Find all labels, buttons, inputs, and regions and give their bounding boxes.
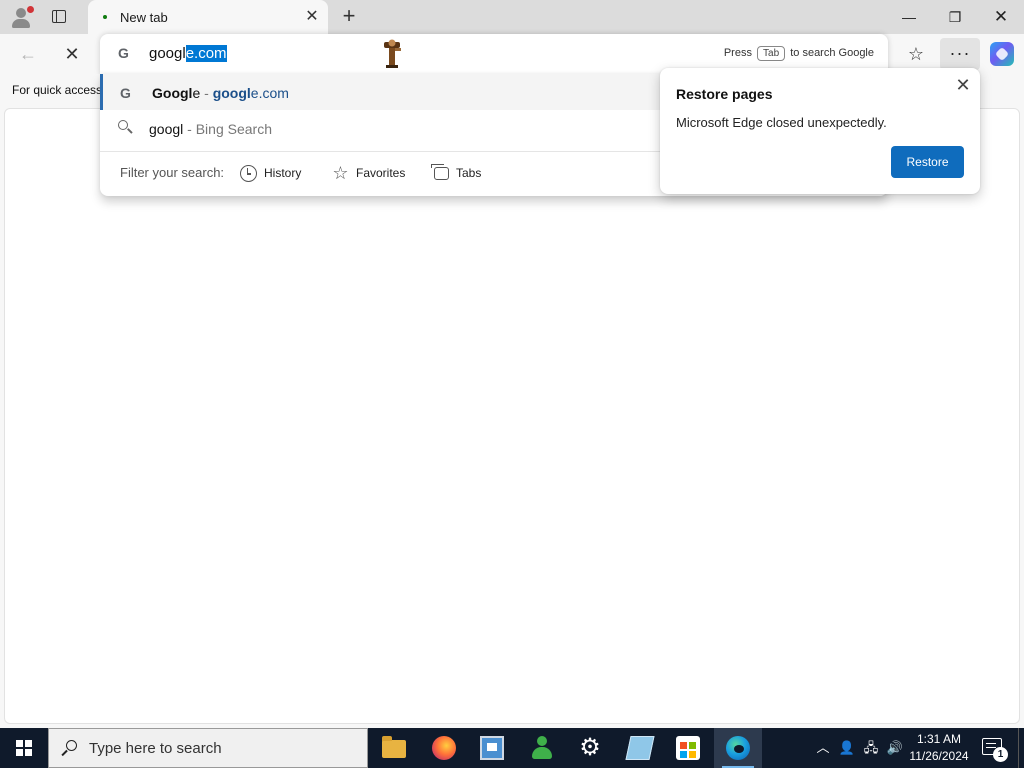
favorites-bar-label: For quick access (12, 83, 103, 97)
taskbar-search-box[interactable]: Type here to search (48, 728, 368, 768)
people-tray-icon[interactable]: 👤 (836, 728, 858, 768)
clock-date: 11/26/2024 (909, 749, 969, 763)
paint-icon[interactable] (468, 728, 516, 768)
restore-pages-popup: Restore pages Microsoft Edge closed unex… (660, 68, 980, 194)
tab-actions-menu-icon[interactable] (50, 8, 68, 26)
show-desktop-button[interactable] (1018, 728, 1024, 768)
filter-tabs-button[interactable]: Tabs (431, 164, 481, 182)
tab-close-icon[interactable]: ✕ (302, 7, 322, 27)
show-hidden-icons-icon[interactable]: ︿ (812, 728, 834, 768)
firefox-icon[interactable] (420, 728, 468, 768)
copilot-icon[interactable] (990, 42, 1014, 66)
taskbar: Type here to search ⚙ ︿ 👤 🖧 🔊 1:31 AM 11… (0, 728, 1024, 768)
taskbar-clock[interactable]: 1:31 AM 11/26/2024 (903, 731, 975, 765)
network-icon[interactable]: 🖧 (860, 728, 882, 768)
tab-strip: New tab ✕ + — ❐ ✕ (0, 0, 1024, 34)
restore-window-button[interactable]: ❐ (932, 0, 978, 34)
google-g-icon: G (118, 45, 129, 61)
settings-icon[interactable]: ⚙ (566, 728, 614, 768)
google-g-icon: G (120, 85, 131, 101)
taskbar-search-placeholder: Type here to search (89, 740, 222, 757)
back-button[interactable]: ← (16, 42, 40, 66)
history-icon (240, 165, 257, 183)
filter-favorites-button[interactable]: ☆ Favorites (332, 164, 405, 182)
profile-avatar-icon[interactable] (8, 5, 34, 29)
filter-label: Filter your search: (120, 165, 225, 180)
settings-and-more-button[interactable]: ··· (940, 38, 980, 70)
minimize-button[interactable]: — (886, 0, 932, 34)
tab-favicon-icon (103, 15, 107, 19)
restore-button[interactable]: Restore (891, 146, 964, 178)
tabs-icon (431, 164, 449, 181)
clock-time: 1:31 AM (916, 732, 962, 746)
tab-title: New tab (120, 10, 168, 25)
tab-new-tab[interactable]: New tab ✕ (88, 0, 328, 34)
people-icon[interactable] (518, 728, 566, 768)
search-icon (61, 739, 79, 757)
popup-message: Microsoft Edge closed unexpectedly. (676, 115, 887, 130)
stop-loading-button[interactable]: ✕ (60, 42, 84, 66)
address-input[interactable]: google.com (149, 45, 227, 62)
start-button[interactable] (0, 728, 48, 768)
new-tab-button[interactable]: + (337, 5, 361, 29)
file-explorer-icon[interactable] (370, 728, 418, 768)
notification-center-icon[interactable]: 1 (982, 738, 1008, 762)
store-icon[interactable] (664, 728, 712, 768)
popup-close-icon[interactable]: ✕ (952, 74, 974, 96)
filter-history-button[interactable]: History (240, 164, 301, 183)
mascot-figure-icon (384, 39, 401, 68)
notification-badge: 1 (993, 747, 1008, 762)
favorites-star-icon[interactable]: ☆ (903, 42, 929, 66)
close-window-button[interactable]: ✕ (978, 0, 1024, 34)
star-icon: ☆ (332, 163, 349, 184)
autocomplete-selection: e.com (185, 45, 227, 62)
search-icon (117, 119, 133, 135)
popup-title: Restore pages (676, 86, 773, 102)
windows-logo-icon (16, 740, 32, 756)
edge-icon[interactable] (714, 728, 762, 768)
notepad-icon[interactable] (616, 728, 664, 768)
tab-search-hint: Press Tab to search Google (723, 46, 874, 61)
page-content (4, 108, 1020, 724)
